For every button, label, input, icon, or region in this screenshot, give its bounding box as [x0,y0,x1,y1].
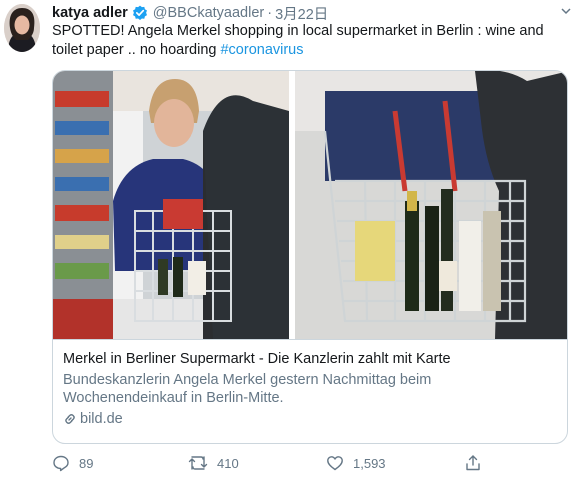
share-icon [464,454,482,472]
header-separator: · [267,5,273,21]
tweet-header: katya adler @BBCkatyaadler · 3月22日 [52,2,328,24]
chevron-down-icon[interactable] [560,4,572,20]
reply-button[interactable]: 89 [52,454,93,472]
retweet-button[interactable]: 410 [188,454,239,472]
heart-icon [326,454,344,472]
author-display-name[interactable]: katya adler [52,5,128,21]
avatar[interactable] [4,4,40,52]
retweet-icon [188,454,208,472]
reply-icon [52,454,70,472]
card-domain: bild.de [63,411,559,427]
share-button[interactable] [464,454,482,472]
tweet-date[interactable]: 3月22日 [275,3,328,24]
hashtag-link[interactable]: #coronavirus [220,42,303,58]
reply-count: 89 [79,455,94,471]
like-button[interactable]: 1,593 [326,454,386,472]
like-count: 1,593 [353,455,386,471]
link-icon [63,412,77,426]
verified-badge-icon [132,5,148,21]
card-image-shopper[interactable] [53,71,289,339]
card-body: Merkel in Berliner Supermarkt - Die Kanz… [53,339,567,443]
author-handle[interactable]: @BBCkatyaadler [153,5,264,21]
tweet-text: SPOTTED! Angela Merkel shopping in local… [52,22,570,60]
card-title[interactable]: Merkel in Berliner Supermarkt - Die Kanz… [63,350,559,368]
action-bar: 89 410 1,593 [52,454,570,476]
card-media [53,71,567,339]
card-description: Bundeskanzlerin Angela Merkel gestern Na… [63,372,432,406]
card-image-cart[interactable] [295,71,567,339]
card-domain-text: bild.de [80,411,123,427]
retweet-count: 410 [217,455,239,471]
link-preview-card[interactable]: Merkel in Berliner Supermarkt - Die Kanz… [52,70,568,444]
